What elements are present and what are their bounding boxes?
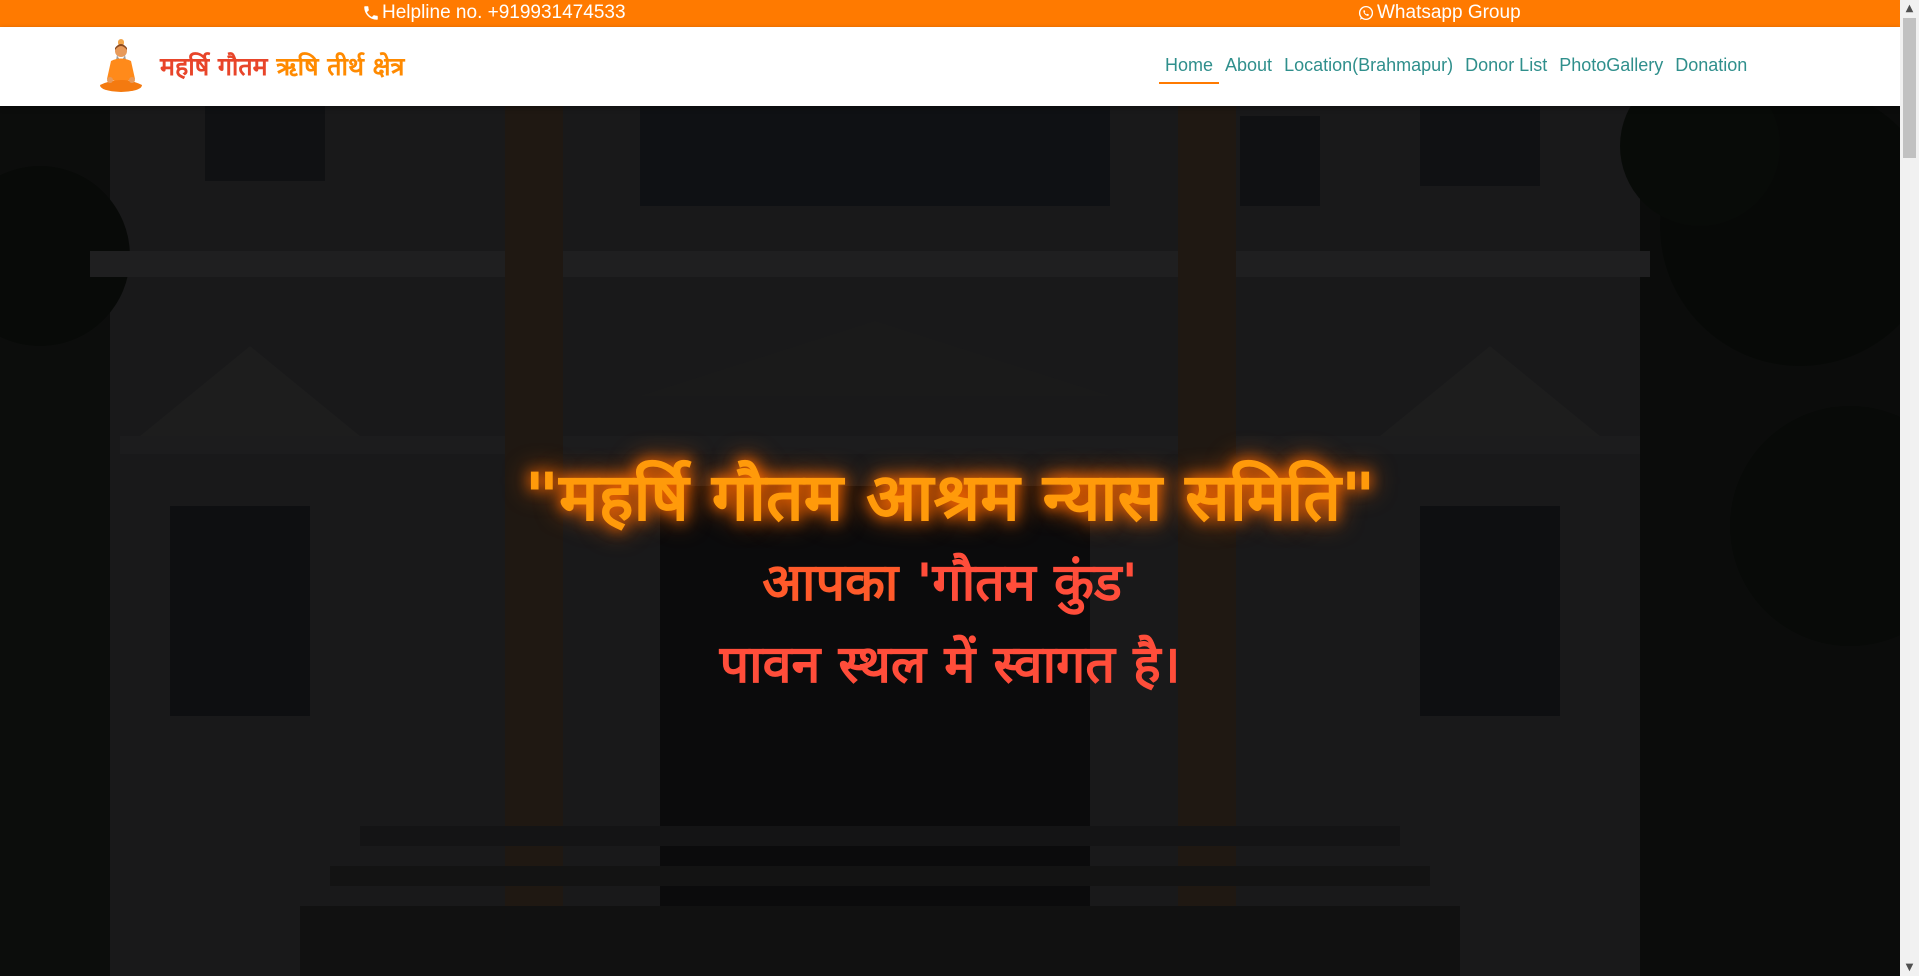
helpline-bar: Helpline no. +919931474533 Whatsapp Grou…: [0, 0, 1900, 27]
brand[interactable]: महर्षि गौतम ऋषि तीर्थ क्षेत्र: [98, 39, 404, 93]
nav-photo-gallery[interactable]: PhotoGallery: [1553, 53, 1669, 84]
nav-donation[interactable]: Donation: [1669, 53, 1753, 84]
hero-welcome-line: पावन स्थल में स्वागत है।: [719, 635, 1181, 695]
hero-subtitle-highlight: 'गौतम कुंड': [916, 553, 1138, 613]
whatsapp-icon: [1358, 5, 1374, 21]
nav-location[interactable]: Location(Brahmapur): [1278, 53, 1459, 84]
scrollbar-thumb[interactable]: [1903, 18, 1916, 158]
brand-title-part1: महर्षि गौतम: [160, 52, 268, 81]
nav-about[interactable]: About: [1219, 53, 1278, 84]
helpline-link[interactable]: Helpline no. +919931474533: [362, 2, 626, 24]
nav-home[interactable]: Home: [1159, 53, 1220, 84]
helpline-text: Helpline no. +919931474533: [382, 2, 626, 23]
brand-title-part2: ऋषि तीर्थ क्षेत्र: [276, 52, 405, 81]
meditating-sage-logo: [100, 39, 142, 92]
nav-links: Home About Location(Brahmapur) Donor Lis…: [1159, 53, 1753, 84]
scroll-down-arrow-icon[interactable]: ▼: [1900, 959, 1919, 976]
nav-donor-list[interactable]: Donor List: [1459, 53, 1553, 84]
whatsapp-text: Whatsapp Group: [1377, 2, 1521, 23]
phone-icon: [364, 6, 378, 20]
whatsapp-group-link[interactable]: Whatsapp Group: [1357, 2, 1521, 24]
main-navbar: महर्षि गौतम ऋषि तीर्थ क्षेत्र Home About…: [0, 27, 1900, 106]
hero-subtitle: आपका 'गौतम कुंड': [0, 542, 1900, 624]
brand-title: महर्षि गौतम ऋषि तीर्थ क्षेत्र: [160, 49, 404, 83]
hero-banner: "महर्षि गौतम आश्रम न्यास समिति" आपका 'गौ…: [0, 106, 1900, 976]
page-scrollbar[interactable]: ▲ ▼: [1900, 0, 1919, 976]
scroll-up-arrow-icon[interactable]: ▲: [1900, 0, 1919, 17]
hero-title: "महर्षि गौतम आश्रम न्यास समिति": [524, 459, 1376, 536]
hero-subtitle-prefix: आपका: [762, 553, 917, 613]
hero-text: "महर्षि गौतम आश्रम न्यास समिति" आपका 'गौ…: [0, 456, 1900, 706]
